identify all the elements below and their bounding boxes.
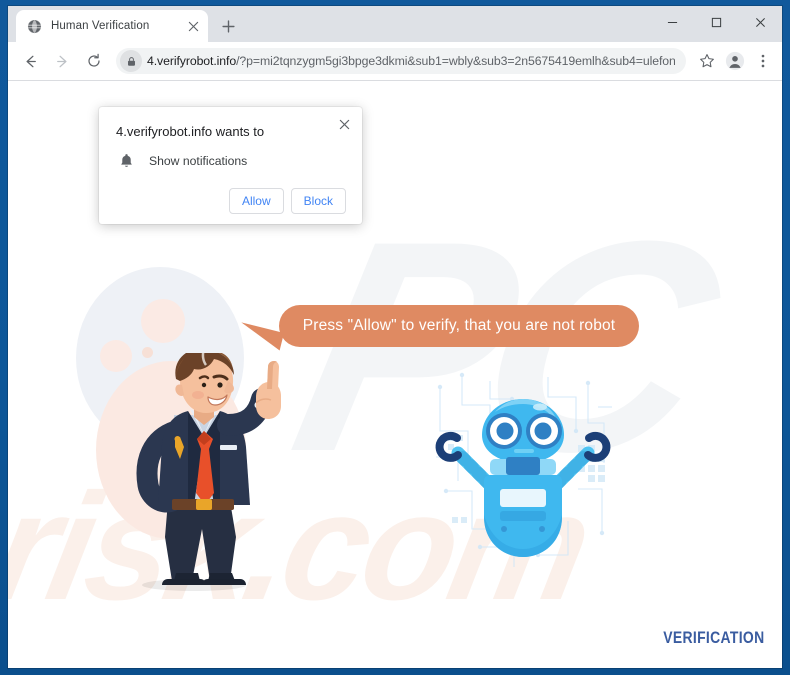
reload-icon[interactable] (80, 47, 108, 75)
profile-avatar-icon[interactable] (722, 48, 748, 74)
lock-icon[interactable] (120, 50, 142, 72)
browser-tab[interactable]: Human Verification (16, 10, 208, 42)
maximize-button[interactable] (694, 6, 738, 38)
businessman-pointing-up-illustration (136, 353, 281, 591)
block-button[interactable]: Block (290, 188, 346, 214)
close-button[interactable] (738, 6, 782, 38)
browser-toolbar: 4.verifyrobot.info/?p=mi2tqnzygm5gi3bpge… (8, 42, 782, 81)
speech-bubble-tail (236, 322, 284, 351)
url-host: 4.verifyrobot.info (147, 54, 237, 68)
url-path: /?p=mi2tqnzygm5gi3bpge3dkmi&sub1=wbly&su… (236, 54, 675, 68)
browser-window: Human Verification 4.verifyrobot.info/?p… (8, 6, 782, 668)
window-controls (650, 6, 782, 38)
speech-bubble: Press "Allow" to verify, that you are no… (279, 305, 639, 347)
popup-actions: Allow Block (115, 188, 346, 214)
notification-permission-popup: 4.verifyrobot.info wants to Show notific… (99, 107, 362, 224)
verification-wordmark: VERIFICATION (662, 628, 764, 647)
blue-robot-illustration (435, 372, 612, 567)
bell-icon (117, 152, 135, 170)
browser-window-frame: Human Verification 4.verifyrobot.info/?p… (0, 0, 790, 675)
tab-strip: Human Verification (8, 6, 782, 42)
popup-close-icon[interactable] (335, 115, 353, 133)
tab-close-icon[interactable] (185, 18, 202, 35)
decorative-circle-pink-a (141, 299, 185, 343)
page-viewport: PC risk.com Press "Allow" to verify, tha… (8, 81, 782, 668)
minimize-button[interactable] (650, 6, 694, 38)
popup-permission-label: Show notifications (149, 154, 248, 168)
popup-title: 4.verifyrobot.info wants to (116, 124, 265, 139)
new-tab-button[interactable] (214, 12, 242, 40)
tab-title: Human Verification (51, 20, 150, 32)
speech-bubble-text: Press "Allow" to verify, that you are no… (302, 317, 616, 334)
three-dot-menu-icon[interactable] (750, 48, 776, 74)
url-text: 4.verifyrobot.info/?p=mi2tqnzygm5gi3bpge… (147, 54, 675, 68)
star-icon[interactable] (694, 48, 720, 74)
globe-icon (26, 18, 42, 34)
allow-button[interactable]: Allow (228, 188, 284, 214)
forward-arrow-icon (48, 47, 76, 75)
address-bar[interactable]: 4.verifyrobot.info/?p=mi2tqnzygm5gi3bpge… (116, 48, 686, 74)
popup-permission-row: Show notifications (115, 152, 346, 170)
back-arrow-icon[interactable] (16, 47, 44, 75)
